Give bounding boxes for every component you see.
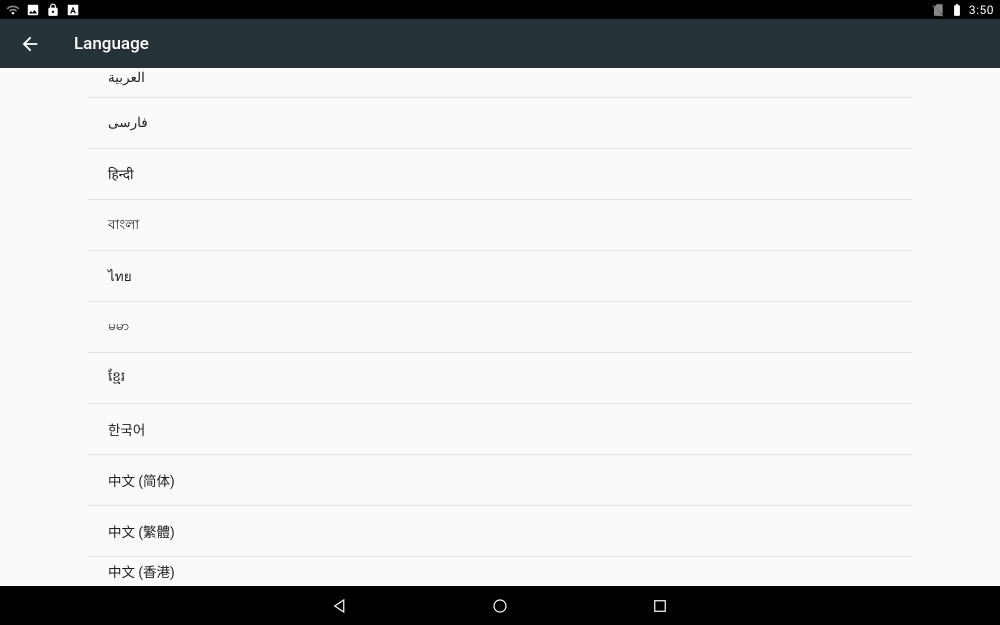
language-label: 中文 (繁體) — [108, 521, 175, 541]
triangle-back-icon — [331, 597, 349, 615]
language-label: فارسی — [108, 115, 148, 131]
language-item[interactable]: ไทย — [88, 251, 912, 302]
app-bar: Language — [0, 19, 1000, 68]
square-recent-icon — [651, 597, 669, 615]
language-item[interactable]: 中文 (简体) — [88, 455, 912, 506]
arrow-back-icon — [19, 33, 41, 55]
language-label: العربية — [108, 70, 145, 86]
language-list: العربية فارسی हिन्दी বাংলা ไทย မမာ ខ្មែរ… — [88, 68, 912, 581]
no-sim-icon — [931, 3, 945, 17]
language-item[interactable]: 中文 (繁體) — [88, 506, 912, 557]
page-title: Language — [74, 34, 149, 54]
language-label: မမာ — [108, 317, 129, 337]
language-label: বাংলা — [108, 214, 139, 237]
language-item[interactable]: 中文 (香港) — [88, 557, 912, 581]
lock-icon — [46, 3, 60, 17]
nav-home-button[interactable] — [480, 586, 520, 625]
language-label: 한국어 — [108, 419, 145, 439]
language-item[interactable]: 한국어 — [88, 404, 912, 455]
battery-icon — [950, 3, 964, 17]
language-item[interactable]: မမာ — [88, 302, 912, 353]
status-left-icons — [6, 3, 80, 17]
language-label: 中文 (香港) — [108, 561, 175, 581]
content-area[interactable]: العربية فارسی हिन्दी বাংলা ไทย မမာ ខ្មែរ… — [0, 68, 1000, 586]
nav-back-button[interactable] — [320, 586, 360, 625]
back-button[interactable] — [10, 24, 50, 64]
language-item[interactable]: فارسی — [88, 98, 912, 149]
status-right-icons: 3:50 — [931, 3, 994, 17]
status-bar: 3:50 — [0, 0, 1000, 19]
circle-home-icon — [491, 597, 509, 615]
language-item[interactable]: ខ្មែរ — [88, 353, 912, 404]
language-item[interactable]: العربية — [88, 68, 912, 98]
language-label: हिन्दी — [108, 165, 134, 183]
image-icon — [26, 3, 40, 17]
language-label: 中文 (简体) — [108, 470, 175, 490]
language-item[interactable]: বাংলা — [88, 200, 912, 251]
status-time: 3:50 — [969, 3, 994, 17]
navigation-bar — [0, 586, 1000, 625]
language-label: ไทย — [108, 265, 132, 287]
language-item[interactable]: हिन्दी — [88, 149, 912, 200]
wifi-icon — [6, 3, 20, 17]
font-icon — [66, 3, 80, 17]
language-label: ខ្មែរ — [108, 368, 125, 388]
nav-recent-button[interactable] — [640, 586, 680, 625]
